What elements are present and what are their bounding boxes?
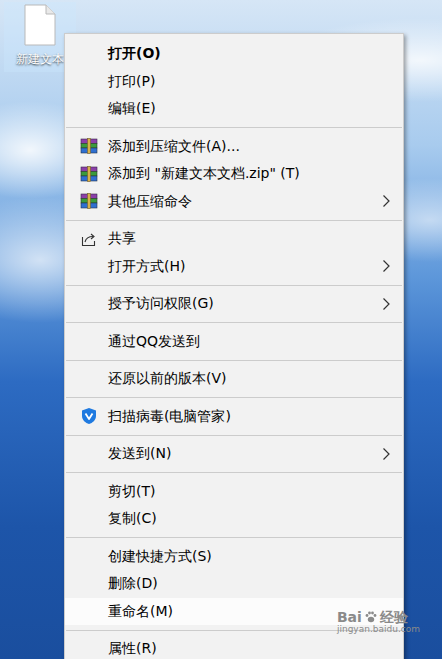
- menu-item-label: 发送到(N): [108, 445, 381, 462]
- menu-item[interactable]: 属性(R): [65, 635, 403, 659]
- menu-item-label: 打开(O): [108, 45, 391, 62]
- menu-separator: [65, 430, 403, 440]
- menu-item[interactable]: 打开(O): [65, 40, 403, 68]
- menu-item[interactable]: 编辑(E): [65, 95, 403, 123]
- menu-item[interactable]: 还原以前的版本(V): [65, 365, 403, 393]
- submenu-arrow-icon: [381, 259, 391, 273]
- menu-item[interactable]: 删除(D): [65, 570, 403, 598]
- submenu-arrow-icon: [381, 194, 391, 208]
- menu-item-icon-slot: [79, 191, 99, 211]
- menu-item-label: 删除(D): [108, 575, 391, 592]
- watermark-brand: Bai经验: [337, 610, 408, 625]
- menu-separator: [65, 355, 403, 365]
- archive-icon: [80, 193, 98, 209]
- menu-separator: [65, 318, 403, 328]
- menu-item[interactable]: 发送到(N): [65, 440, 403, 468]
- menu-separator: [65, 280, 403, 290]
- menu-item-icon-slot: [79, 229, 99, 249]
- menu-item-icon-slot: [79, 99, 99, 119]
- submenu-arrow-icon: [381, 447, 391, 461]
- menu-item-label: 扫描病毒(电脑管家): [108, 408, 391, 425]
- paw-icon: [364, 610, 378, 624]
- menu-separator: [65, 393, 403, 403]
- menu-item-label: 授予访问权限(G): [108, 295, 381, 312]
- text-file-icon: [23, 4, 57, 46]
- menu-item-icon-slot: [79, 601, 99, 621]
- menu-item-label: 打开方式(H): [108, 258, 381, 275]
- menu-item-icon-slot: [79, 481, 99, 501]
- menu-item-label: 编辑(E): [108, 100, 391, 117]
- menu-item-label: 还原以前的版本(V): [108, 370, 391, 387]
- menu-item-icon-slot: [79, 256, 99, 276]
- context-menu: 打开(O) 打印(P) 编辑(E) 添加到压缩文件(A)... 添加到 "新建文本文档.…: [64, 33, 404, 659]
- menu-item[interactable]: 通过QQ发送到: [65, 328, 403, 356]
- submenu-arrow-icon: [381, 297, 391, 311]
- menu-item-icon-slot: [79, 164, 99, 184]
- menu-item[interactable]: 打印(P): [65, 68, 403, 96]
- menu-item[interactable]: 重命名(M): [65, 598, 403, 626]
- menu-item-label: 创建快捷方式(S): [108, 548, 391, 565]
- menu-item-icon-slot: [79, 406, 99, 426]
- menu-item[interactable]: 添加到压缩文件(A)...: [65, 133, 403, 161]
- menu-separator: [65, 468, 403, 478]
- menu-item-icon-slot: [79, 136, 99, 156]
- menu-item-icon-slot: [79, 331, 99, 351]
- menu-item-icon-slot: [79, 294, 99, 314]
- archive-icon: [80, 166, 98, 182]
- menu-item-label: 其他压缩命令: [108, 193, 381, 210]
- menu-item[interactable]: 打开方式(H): [65, 253, 403, 281]
- menu-separator: [65, 533, 403, 543]
- menu-item[interactable]: 扫描病毒(电脑管家): [65, 403, 403, 431]
- menu-item-icon-slot: [79, 44, 99, 64]
- shield-icon: [80, 407, 98, 425]
- menu-item-label: 剪切(T): [108, 483, 391, 500]
- menu-item-label: 属性(R): [108, 640, 391, 657]
- desktop: 新建文本 打开(O) 打印(P) 编辑(E) 添加到压缩文件(A)... 添加到 "新建文…: [0, 0, 442, 659]
- menu-item-icon-slot: [79, 509, 99, 529]
- archive-icon: [80, 138, 98, 154]
- menu-item-label: 添加到 "新建文本文档.zip" (T): [108, 165, 391, 182]
- menu-item-icon-slot: [79, 71, 99, 91]
- menu-item-icon-slot: [79, 444, 99, 464]
- menu-item[interactable]: 其他压缩命令: [65, 188, 403, 216]
- menu-item[interactable]: 共享: [65, 225, 403, 253]
- menu-item[interactable]: 复制(C): [65, 505, 403, 533]
- watermark: Bai经验jingyan.baidu.com: [337, 610, 420, 635]
- menu-separator: [65, 123, 403, 133]
- menu-item-label: 通过QQ发送到: [108, 333, 391, 350]
- menu-item-label: 重命名(M): [108, 603, 391, 620]
- menu-item-icon-slot: [79, 369, 99, 389]
- menu-item[interactable]: 添加到 "新建文本文档.zip" (T): [65, 160, 403, 188]
- menu-item-label: 复制(C): [108, 510, 391, 527]
- menu-separator: [65, 215, 403, 225]
- share-icon: [81, 231, 97, 247]
- menu-item[interactable]: 授予访问权限(G): [65, 290, 403, 318]
- menu-item-icon-slot: [79, 546, 99, 566]
- desktop-file-label: 新建文本: [16, 52, 64, 68]
- menu-item[interactable]: 剪切(T): [65, 478, 403, 506]
- watermark-url: jingyan.baidu.com: [337, 625, 420, 635]
- menu-item-label: 添加到压缩文件(A)...: [108, 138, 391, 155]
- menu-item-icon-slot: [79, 639, 99, 659]
- menu-item[interactable]: 创建快捷方式(S): [65, 543, 403, 571]
- menu-separator: [65, 625, 403, 635]
- menu-item-label: 共享: [108, 230, 391, 247]
- menu-item-icon-slot: [79, 574, 99, 594]
- menu-item-label: 打印(P): [108, 73, 391, 90]
